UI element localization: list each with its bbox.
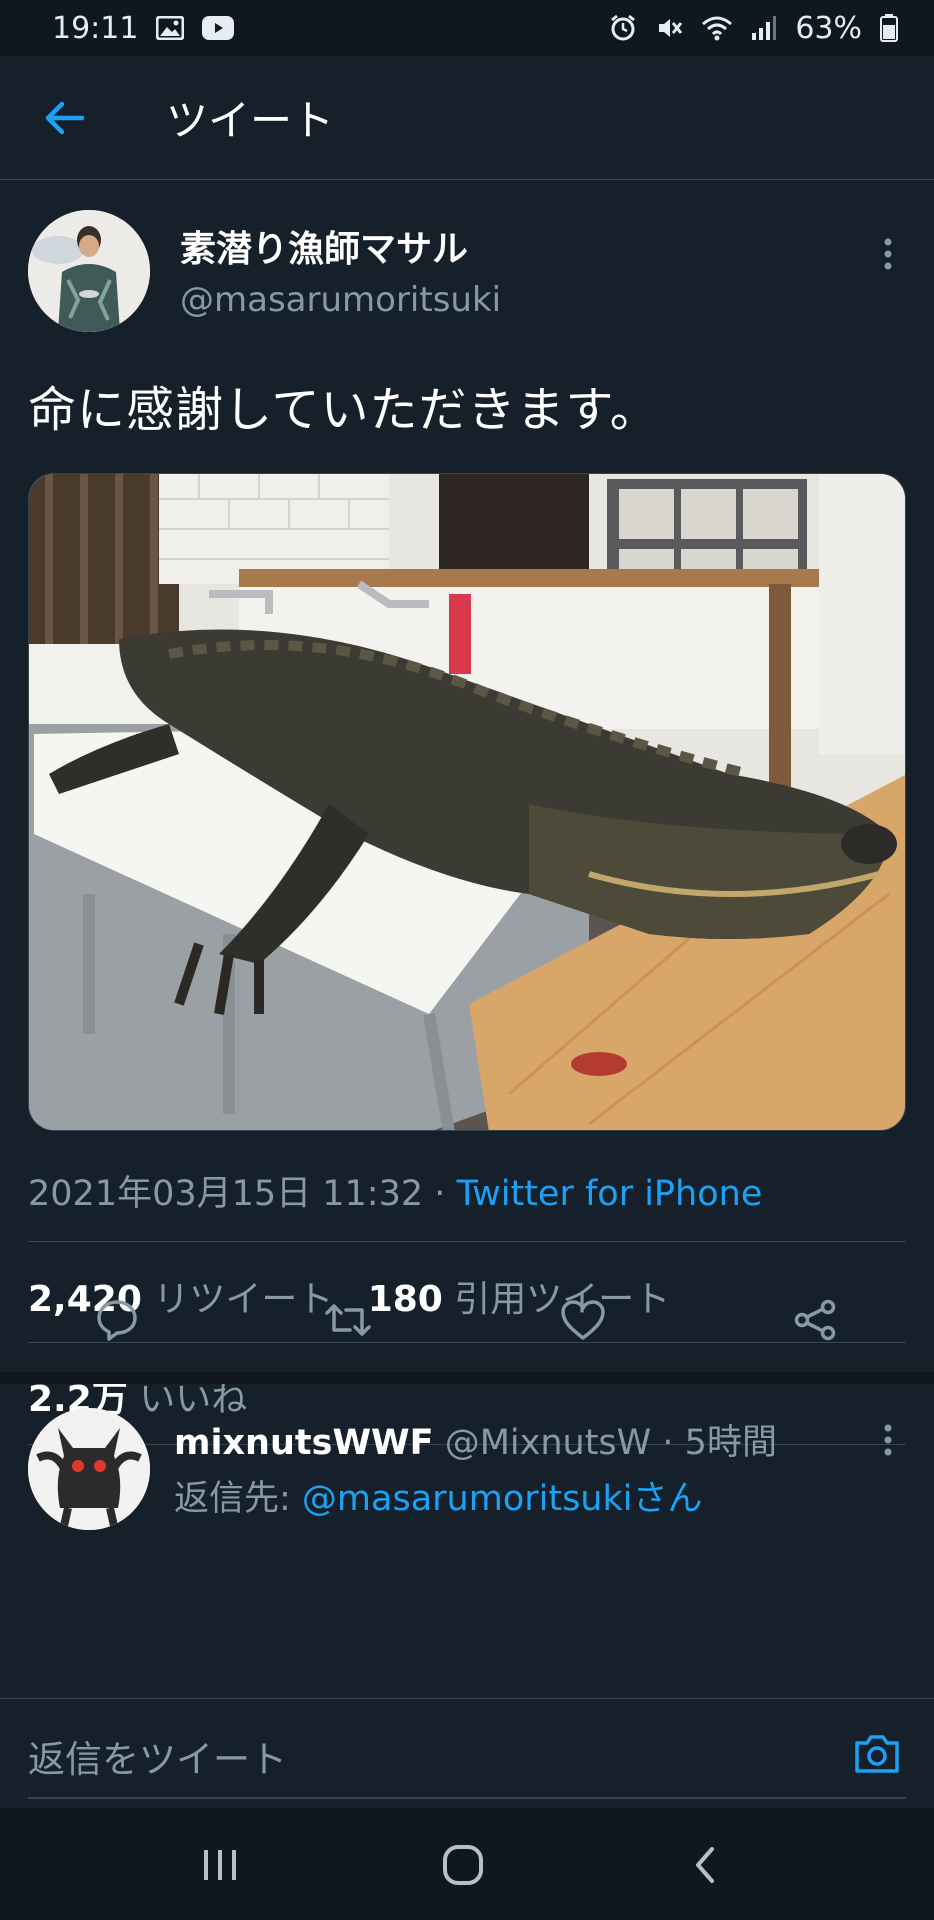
mute-icon [655,14,683,42]
tweet-meta: 2021年03月15日 11:32 · Twitter for iPhone [28,1165,762,1216]
meta-separator: · [423,1174,457,1214]
tweet-text: 命に感謝していただきます。 [28,382,659,438]
back-button[interactable] [32,86,96,150]
back-icon [696,1847,714,1883]
home-icon [443,1845,483,1885]
more-options-button[interactable] [868,226,908,282]
youtube-icon [202,16,235,40]
home-button[interactable] [433,1838,493,1892]
author-avatar[interactable] [28,210,150,332]
reply-icon [97,1300,137,1341]
reply-time: 5時間 [684,1423,777,1463]
tweet-media-photo[interactable] [28,473,906,1131]
app-header: ツイート [0,56,934,180]
author-handle[interactable]: @masarumoritsuki [180,280,501,320]
signal-icon [751,15,777,41]
share-icon [794,1299,836,1341]
camera-icon [855,1735,899,1773]
recent-apps-icon [204,1850,236,1880]
author-name[interactable]: 素潜り漁師マサル [180,220,468,272]
battery-icon [880,14,898,42]
reply-to-line: 返信先: @masarumoritsukiさん [174,1470,702,1521]
reply-author-name[interactable]: mixnutsWWF [174,1423,434,1463]
reply-header: mixnutsWWF @MixnutsW · 5時間 [174,1414,777,1465]
retweet-button[interactable] [318,1292,378,1348]
reply-more-options-button[interactable] [868,1412,908,1468]
more-vertical-icon [884,238,892,270]
reply-author-handle[interactable]: @MixnutsW [445,1423,652,1463]
camera-button[interactable] [848,1725,906,1781]
system-back-button[interactable] [675,1838,735,1892]
reply-to-label: 返信先: [174,1479,302,1519]
reply-to-handle-link[interactable]: @masarumoritsukiさん [302,1479,703,1519]
tweet-actions [0,1270,934,1370]
tweet-source-link[interactable]: Twitter for iPhone [457,1174,763,1214]
status-left: 19:11 [52,10,235,46]
divider [28,1241,906,1242]
reply-separator: · [651,1423,685,1463]
reply-tweet[interactable]: mixnutsWWF @MixnutsW · 5時間 返信先: @masarum… [0,1384,934,1698]
recent-apps-button[interactable] [190,1838,250,1892]
status-time: 19:11 [52,10,139,46]
reply-input[interactable]: 返信をツイート [28,1729,287,1783]
reply-author-avatar[interactable] [28,1408,150,1530]
share-button[interactable] [785,1292,845,1348]
like-icon [561,1300,605,1340]
reply-composer: 返信をツイート [0,1698,934,1808]
system-nav-bar [0,1808,934,1920]
page-title: ツイート [166,96,335,145]
like-button[interactable] [553,1292,613,1348]
back-arrow-icon [45,101,84,134]
image-icon [156,16,185,40]
more-vertical-icon [884,1424,892,1456]
status-bar: 19:11 63% [0,0,934,56]
composer-underline [28,1797,906,1799]
alarm-icon [609,14,637,42]
status-right: 63% [609,11,898,46]
tweet-timestamp: 2021年03月15日 11:32 [28,1174,424,1214]
retweet-icon [325,1304,371,1336]
section-separator [0,1372,934,1384]
battery-percent: 63% [795,10,862,46]
wifi-icon [701,15,733,41]
reply-button[interactable] [87,1292,147,1348]
